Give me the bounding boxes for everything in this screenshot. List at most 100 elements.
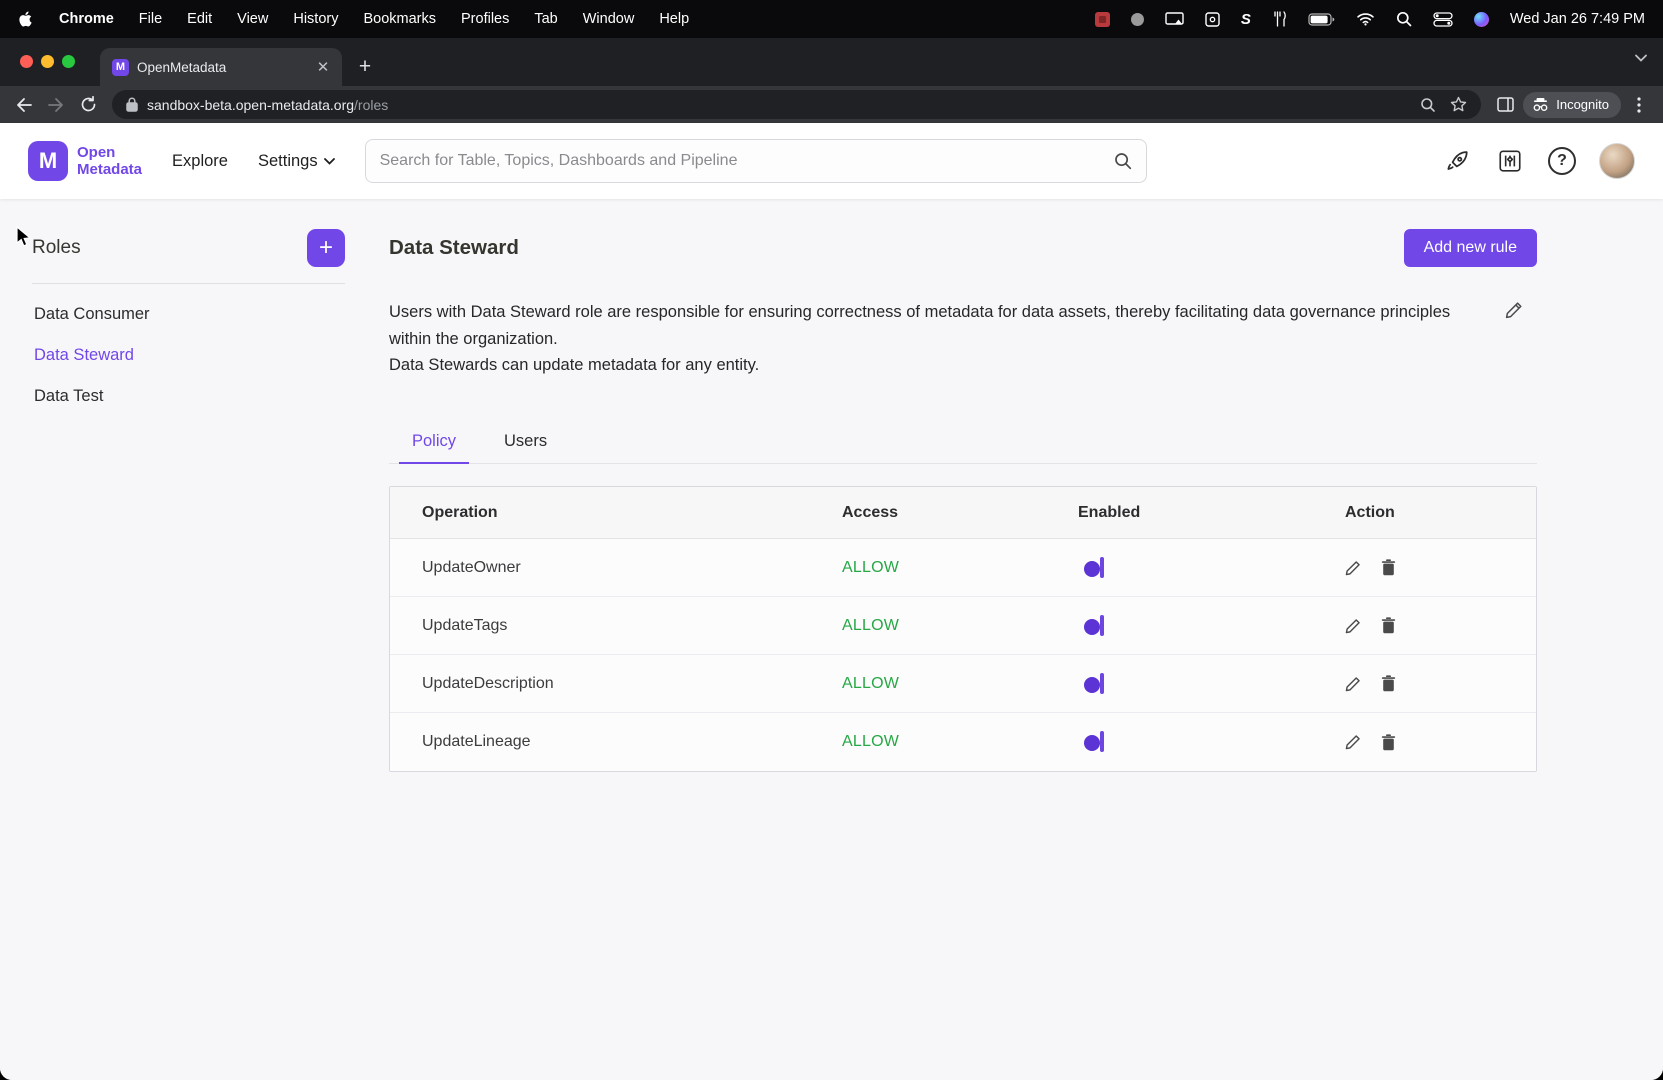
edit-rule-pencil-icon[interactable]: [1345, 618, 1361, 634]
edit-rule-pencil-icon[interactable]: [1345, 560, 1361, 576]
operation-name: UpdateOwner: [390, 559, 842, 577]
nav-settings[interactable]: Settings: [258, 152, 335, 171]
delete-rule-trash-icon[interactable]: [1381, 559, 1396, 576]
new-tab-button[interactable]: +: [350, 52, 380, 82]
menubar-item-chrome[interactable]: Chrome: [59, 11, 114, 27]
app-header: M Open Metadata Explore Settings: [0, 123, 1663, 199]
table-row: UpdateTags ALLOW: [390, 597, 1536, 655]
url-domain: sandbox-beta.open-metadata.org: [147, 97, 354, 113]
table-header-row: Operation Access Enabled Action: [390, 487, 1536, 539]
operation-name: UpdateLineage: [390, 733, 842, 751]
url-path: /roles: [354, 97, 388, 113]
col-header-operation: Operation: [390, 504, 842, 522]
display-mirroring-icon[interactable]: [1165, 9, 1184, 29]
edit-rule-pencil-icon[interactable]: [1345, 734, 1361, 750]
zoom-icon[interactable]: [1420, 97, 1436, 113]
menubar-item-edit[interactable]: Edit: [187, 11, 212, 27]
browser-tab[interactable]: M OpenMetadata ✕: [100, 48, 342, 86]
governance-sliders-icon[interactable]: [1495, 146, 1525, 176]
battery-icon[interactable]: [1308, 9, 1335, 29]
rules-table: Operation Access Enabled Action UpdateOw…: [389, 486, 1537, 772]
incognito-badge: Incognito: [1523, 92, 1621, 118]
tab-close-icon[interactable]: ✕: [314, 58, 332, 76]
menubar-item-tab[interactable]: Tab: [534, 11, 557, 27]
address-bar[interactable]: sandbox-beta.open-metadata.org/roles: [112, 90, 1481, 119]
nav-explore[interactable]: Explore: [172, 152, 228, 171]
access-value: ALLOW: [842, 617, 1078, 635]
delete-rule-trash-icon[interactable]: [1381, 734, 1396, 751]
search-icon[interactable]: [1114, 152, 1132, 170]
table-row: UpdateOwner ALLOW: [390, 539, 1536, 597]
delete-rule-trash-icon[interactable]: [1381, 675, 1396, 692]
edit-description-pencil-icon[interactable]: [1505, 301, 1523, 319]
sidebar-item-data-consumer[interactable]: Data Consumer: [32, 294, 345, 335]
lock-icon: [126, 97, 138, 112]
menubar-item-file[interactable]: File: [139, 11, 162, 27]
whats-new-rocket-icon[interactable]: [1443, 146, 1473, 176]
apple-menu-icon[interactable]: [18, 10, 34, 29]
sidebar-item-data-test[interactable]: Data Test: [32, 376, 345, 417]
tab-favicon: M: [112, 59, 129, 76]
camera-dot-icon[interactable]: [1131, 13, 1144, 26]
browser-menu-kebab-icon[interactable]: [1625, 91, 1653, 119]
role-description-text2: Data Stewards can update metadata for an…: [389, 352, 1461, 379]
menubar-item-help[interactable]: Help: [659, 11, 689, 27]
col-header-action: Action: [1345, 504, 1536, 522]
control-center-icon[interactable]: [1433, 9, 1453, 29]
sidebar-title: Roles: [32, 237, 81, 259]
openmetadata-logo[interactable]: M Open Metadata: [28, 141, 142, 181]
status-cube-icon[interactable]: [1205, 9, 1220, 29]
bookmark-star-icon[interactable]: [1450, 96, 1467, 113]
edit-rule-pencil-icon[interactable]: [1345, 676, 1361, 692]
menubar-item-view[interactable]: View: [237, 11, 268, 27]
side-panel-icon[interactable]: [1491, 91, 1519, 119]
spotlight-search-icon[interactable]: [1396, 9, 1412, 29]
enabled-toggle[interactable]: [1100, 615, 1104, 636]
add-new-rule-button[interactable]: Add new rule: [1404, 229, 1537, 267]
enabled-toggle[interactable]: [1100, 673, 1104, 694]
page-content: Roles + Data Consumer Data Steward Data …: [0, 199, 1663, 1080]
access-value: ALLOW: [842, 733, 1078, 751]
global-search-input[interactable]: [380, 152, 1114, 170]
col-header-enabled: Enabled: [1078, 504, 1345, 522]
access-value: ALLOW: [842, 559, 1078, 577]
incognito-label: Incognito: [1556, 97, 1609, 112]
wifi-icon[interactable]: [1356, 9, 1375, 29]
maximize-window-button[interactable]: [62, 55, 75, 68]
reload-button[interactable]: [74, 91, 102, 119]
minimize-window-button[interactable]: [41, 55, 54, 68]
recording-status-icon[interactable]: [1095, 12, 1110, 27]
roles-sidebar: Roles + Data Consumer Data Steward Data …: [0, 199, 345, 1080]
browser-toolbar: sandbox-beta.open-metadata.org/roles Inc…: [0, 86, 1663, 123]
tab-users[interactable]: Users: [491, 423, 560, 463]
close-window-button[interactable]: [20, 55, 33, 68]
back-button[interactable]: [10, 91, 38, 119]
menubar-item-window[interactable]: Window: [583, 11, 635, 27]
help-icon[interactable]: [1547, 146, 1577, 176]
tab-search-chevron-icon[interactable]: [1635, 54, 1647, 62]
browser-window: M OpenMetadata ✕ + sandbox-beta.open-met…: [0, 38, 1663, 1080]
global-search[interactable]: [365, 139, 1147, 183]
incognito-icon: [1532, 98, 1549, 112]
menubar-item-history[interactable]: History: [293, 11, 338, 27]
delete-rule-trash-icon[interactable]: [1381, 617, 1396, 634]
role-description-text: Users with Data Steward role are respons…: [389, 299, 1461, 352]
sidebar-divider: [32, 283, 345, 284]
stats-s-icon[interactable]: [1241, 9, 1251, 29]
table-row: UpdateLineage ALLOW: [390, 713, 1536, 771]
siri-icon[interactable]: [1474, 12, 1489, 27]
menubar-item-profiles[interactable]: Profiles: [461, 11, 509, 27]
sidebar-item-data-steward[interactable]: Data Steward: [32, 335, 345, 376]
utensils-icon[interactable]: [1272, 9, 1287, 29]
menubar-clock[interactable]: Wed Jan 26 7:49 PM: [1510, 11, 1645, 27]
openmetadata-logo-mark: M: [28, 141, 68, 181]
tab-policy[interactable]: Policy: [399, 423, 469, 464]
forward-button[interactable]: [42, 91, 70, 119]
tab-title: OpenMetadata: [137, 60, 306, 75]
openmetadata-logo-text: Open Metadata: [77, 144, 142, 179]
add-role-button[interactable]: +: [307, 229, 345, 267]
enabled-toggle[interactable]: [1100, 731, 1104, 752]
user-avatar[interactable]: [1599, 143, 1635, 179]
menubar-item-bookmarks[interactable]: Bookmarks: [363, 11, 436, 27]
enabled-toggle[interactable]: [1100, 557, 1104, 578]
